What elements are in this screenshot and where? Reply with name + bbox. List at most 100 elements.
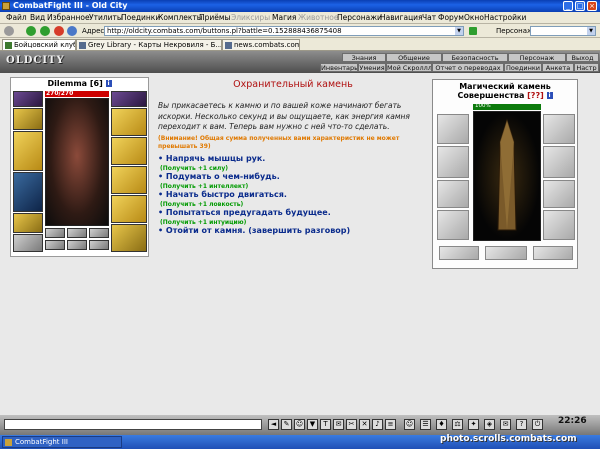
bag-icon[interactable]: ✦ — [468, 419, 479, 430]
clan-icon[interactable]: ♦ — [436, 419, 447, 430]
character-name[interactable]: Dilemma — [47, 79, 87, 88]
nav-profile[interactable]: Анкета — [542, 63, 574, 72]
nav-exit[interactable]: Выход — [566, 53, 599, 62]
menu-techniques[interactable]: Приёмы — [199, 13, 230, 22]
nav-skills[interactable]: Умения — [358, 63, 386, 72]
help-icon[interactable]: ? — [516, 419, 527, 430]
forward-icon[interactable] — [26, 26, 36, 36]
stone-legs-slot[interactable] — [543, 180, 575, 208]
tab-news[interactable]: news.combats.com — [222, 39, 300, 50]
reload-icon[interactable] — [40, 26, 50, 36]
back-icon[interactable] — [4, 26, 14, 36]
tab-combats-club[interactable]: Бойцовский клуб — [2, 39, 76, 50]
nav-battles[interactable]: Поединки — [504, 63, 542, 72]
shield-slot[interactable] — [111, 137, 147, 165]
stone-armor-slot[interactable] — [437, 146, 469, 178]
maximize-button[interactable]: □ — [575, 1, 585, 11]
nav-my-scroll[interactable]: Мой Скроллл — [386, 63, 432, 72]
sound-icon[interactable]: ♪ — [372, 419, 383, 430]
menu-elixirs[interactable]: Эликсиры — [231, 13, 270, 22]
scale-icon[interactable]: ⚖ — [452, 419, 463, 430]
choice-intellect[interactable]: • Подумать о чем-нибудь. — [158, 172, 280, 181]
stop-icon[interactable] — [54, 26, 64, 36]
go-icon[interactable] — [469, 27, 477, 35]
nav-settings[interactable]: Настр — [574, 63, 599, 72]
weapon-slot[interactable] — [13, 131, 43, 171]
stone-gloves-slot[interactable] — [543, 114, 575, 144]
quit-icon[interactable]: ⏻ — [532, 419, 543, 430]
legs-slot[interactable] — [111, 195, 147, 223]
menu-battles[interactable]: Поединки — [121, 13, 160, 22]
choice-leave[interactable]: • Отойти от камня. (завершить разговор) — [158, 226, 350, 235]
belt-slot[interactable] — [13, 213, 43, 233]
nav-knowledge[interactable]: Знания — [342, 53, 386, 62]
close-window-button[interactable]: × — [587, 1, 597, 11]
mark-icon[interactable]: ✕ — [359, 419, 370, 430]
emote-icon[interactable]: ☺ — [294, 419, 305, 430]
home-icon[interactable] — [67, 26, 77, 36]
nav-communication[interactable]: Общение — [386, 53, 442, 62]
choice-agility[interactable]: • Начать быстро двигаться. — [158, 190, 287, 199]
helmet-slot[interactable] — [13, 91, 43, 107]
gloves-slot[interactable] — [111, 108, 147, 136]
info-icon[interactable]: i — [105, 80, 112, 87]
item-slot-3[interactable] — [89, 240, 109, 250]
menu-window[interactable]: Окно — [464, 13, 484, 22]
menu-forum[interactable]: Форум — [438, 13, 464, 22]
filter-icon[interactable]: ▼ — [307, 419, 318, 430]
ring-slot-1[interactable] — [45, 228, 65, 238]
chevron-down-icon[interactable]: ▼ — [587, 27, 595, 35]
menu-characters[interactable]: Персонажи — [337, 13, 382, 22]
choice-strength[interactable]: • Напрячь мышцы рук. — [158, 154, 265, 163]
ring-slot-2[interactable] — [67, 228, 87, 238]
amulet-slot[interactable] — [13, 108, 43, 130]
boots-slot-left[interactable] — [13, 234, 43, 252]
stone-item-slot[interactable] — [485, 246, 527, 260]
ring-slot-3[interactable] — [89, 228, 109, 238]
clear-icon[interactable]: ✎ — [281, 419, 292, 430]
choice-intuition[interactable]: • Попытаться предугадать будущее. — [158, 208, 331, 217]
menu-utilities[interactable]: Утилиты — [89, 13, 123, 22]
tools-icon[interactable]: ✂ — [346, 419, 357, 430]
chevron-down-icon[interactable]: ▼ — [455, 27, 463, 35]
mail-icon[interactable]: ✉ — [500, 419, 511, 430]
nav-security[interactable]: Безопасность — [442, 53, 508, 62]
nav-transfer-report[interactable]: Отчет о переводах — [432, 63, 504, 72]
info-icon[interactable]: i — [546, 92, 553, 99]
stone-boots-slot[interactable] — [543, 210, 575, 240]
address-input[interactable]: http://oldcity.combats.com/buttons.pl?ba… — [104, 26, 464, 36]
menu-sets[interactable]: Комплекты — [158, 13, 203, 22]
smile-icon[interactable]: ☺ — [404, 419, 415, 430]
menu-file[interactable]: Файл — [6, 13, 27, 22]
menu-favorites[interactable]: Избранное — [47, 13, 90, 22]
nav-inventory[interactable]: Инвентарь — [320, 63, 358, 72]
scroll-icon[interactable]: ≡ — [385, 419, 396, 430]
map-icon[interactable]: ◈ — [484, 419, 495, 430]
stone-shield-slot[interactable] — [543, 146, 575, 178]
chat-input[interactable] — [4, 419, 262, 430]
stone-ring-slot[interactable] — [439, 246, 479, 260]
private-icon[interactable]: ✉ — [333, 419, 344, 430]
menu-magic[interactable]: Магия — [272, 13, 296, 22]
item-slot-1[interactable] — [45, 240, 65, 250]
stone-amulet-slot[interactable] — [533, 246, 573, 260]
users-icon[interactable]: ☰ — [420, 419, 431, 430]
send-icon[interactable]: ◄ — [268, 419, 279, 430]
tab-grey-library[interactable]: Grey Library - Карты Некровиля - Б... — [76, 39, 222, 50]
stone-belt-slot[interactable] — [437, 210, 469, 240]
menu-chat[interactable]: Чат — [422, 13, 436, 22]
stone-helmet-slot[interactable] — [437, 114, 469, 144]
stone-weapon-slot[interactable] — [437, 180, 469, 208]
menu-animal[interactable]: Животное — [298, 13, 338, 22]
earring-slot[interactable] — [111, 91, 147, 107]
taskbar-app-button[interactable]: CombatFight III — [2, 436, 122, 448]
boots-slot[interactable] — [111, 224, 147, 252]
item-slot-2[interactable] — [67, 240, 87, 250]
nav-character[interactable]: Персонаж — [508, 53, 566, 62]
menu-settings[interactable]: Настройки — [484, 13, 526, 22]
armor-slot[interactable] — [13, 172, 43, 212]
bracer-slot[interactable] — [111, 166, 147, 194]
menu-navigation[interactable]: Навигация — [380, 13, 423, 22]
persona-select[interactable]: ▼ — [530, 26, 596, 36]
menu-view[interactable]: Вид — [30, 13, 45, 22]
